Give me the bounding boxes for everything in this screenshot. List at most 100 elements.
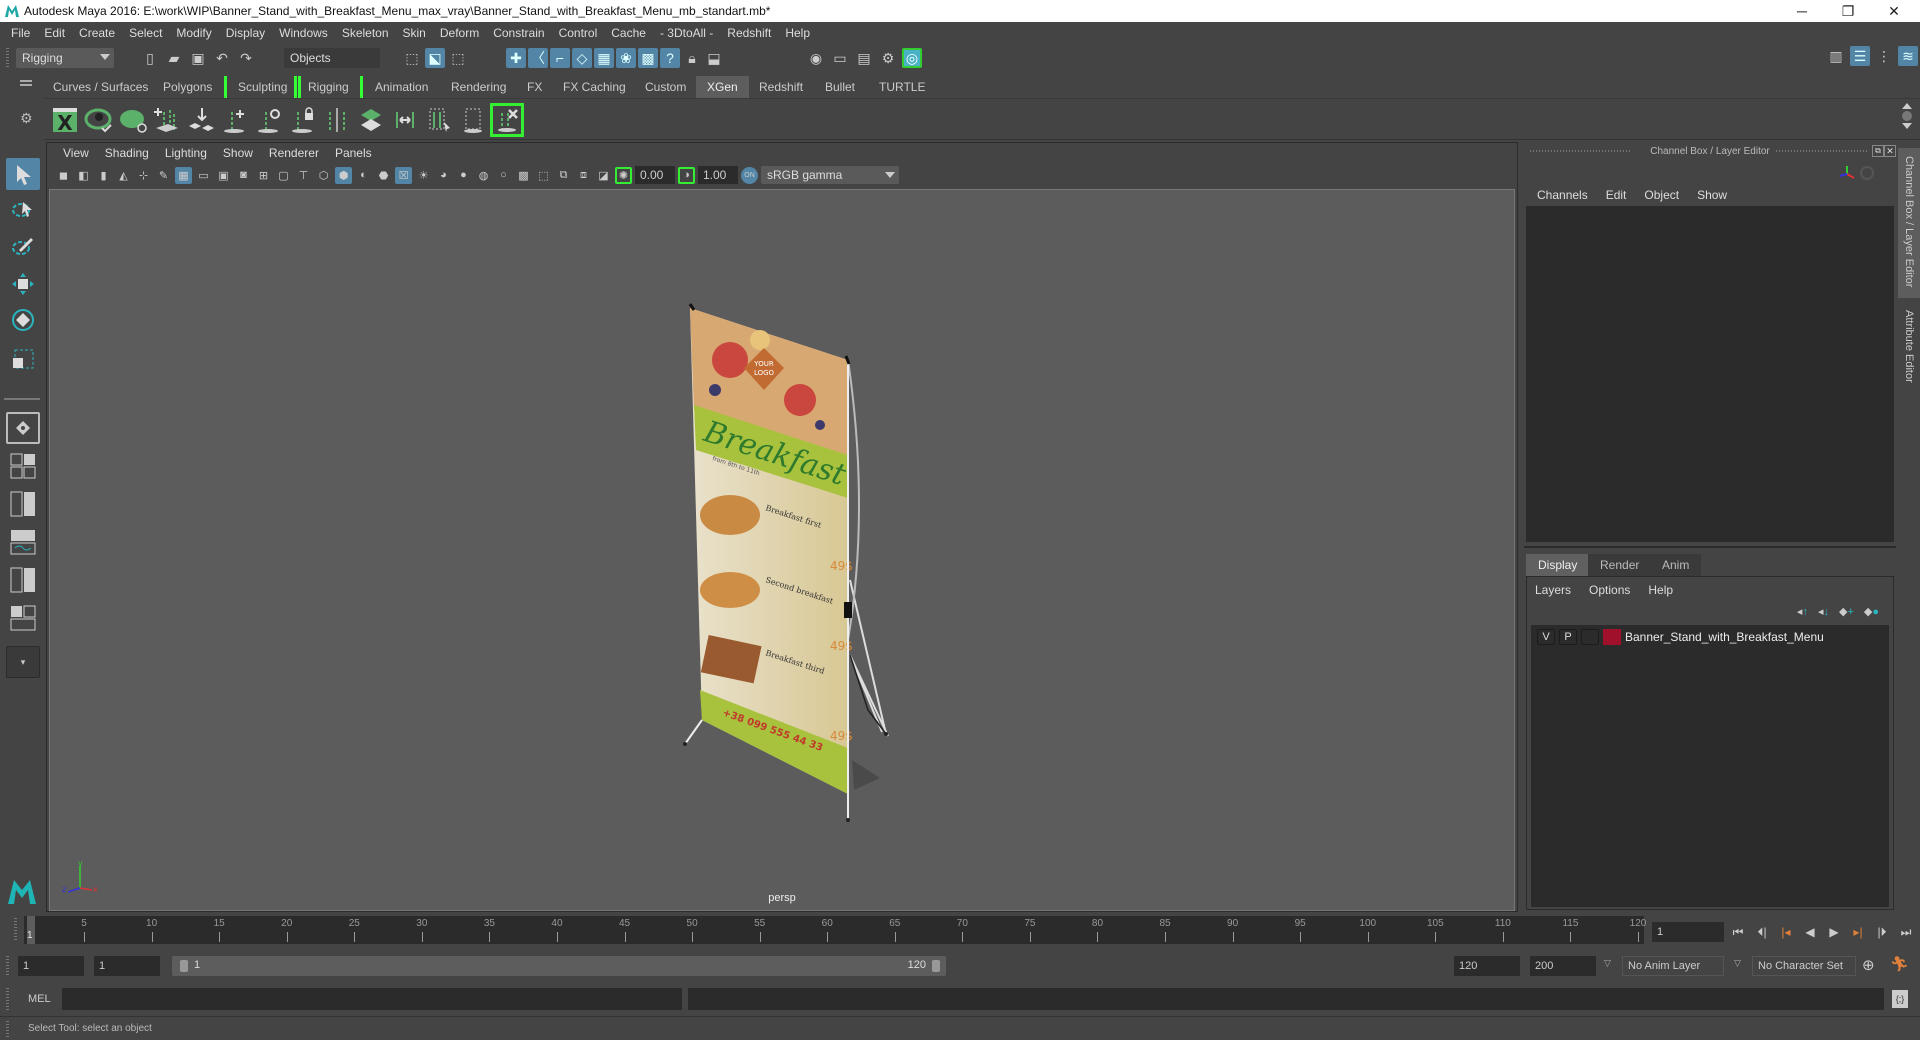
layer-row[interactable]: V P Banner_Stand_with_Breakfast_Menu: [1537, 629, 1824, 645]
single-perspective-layout-button[interactable]: [6, 412, 40, 444]
channel-box-toggle-icon[interactable]: ≋: [1898, 46, 1918, 66]
rangebar-grip[interactable]: [6, 956, 9, 976]
2d-pan-zoom-icon[interactable]: ⊹: [135, 167, 152, 184]
panel-menu-lighting[interactable]: Lighting: [157, 146, 215, 160]
helpline-grip[interactable]: [6, 1021, 9, 1037]
go-to-start-icon[interactable]: ⏮: [1728, 922, 1748, 942]
shelf-tab-polygons[interactable]: Polygons: [152, 76, 223, 98]
xray-active-icon[interactable]: ⧈: [575, 167, 592, 184]
panel-menu-show[interactable]: Show: [215, 146, 261, 160]
current-time-indicator[interactable]: 1: [27, 916, 35, 944]
multisample-aa-icon[interactable]: ◍: [475, 167, 492, 184]
animation-preferences-icon[interactable]: 🏃︎: [1890, 955, 1909, 973]
scale-tool-button[interactable]: [6, 342, 40, 374]
close-panel-icon[interactable]: ✕: [1884, 145, 1896, 157]
exposure-field[interactable]: 0.00: [635, 166, 675, 184]
step-back-frame-icon[interactable]: |◂: [1776, 922, 1796, 942]
shelf-tab-bullet[interactable]: Bullet: [814, 76, 866, 98]
gamma-field[interactable]: 1.00: [698, 166, 738, 184]
new-layer-from-selection-icon[interactable]: ◆●: [1864, 605, 1879, 618]
layer-menu-help[interactable]: Help: [1648, 583, 1673, 597]
channel-menu-object[interactable]: Object: [1635, 188, 1688, 202]
use-all-lights-icon[interactable]: ☒: [395, 166, 412, 184]
persp-graph-layout-button[interactable]: [6, 526, 40, 558]
menu-select[interactable]: Select: [122, 26, 169, 40]
panel-splitter[interactable]: [1524, 546, 1896, 548]
menu-skeleton[interactable]: Skeleton: [335, 26, 396, 40]
more-layouts-button[interactable]: ▾: [6, 646, 40, 678]
wireframe-on-shaded-icon[interactable]: ◐: [355, 167, 372, 184]
gate-mask-icon[interactable]: ◙: [235, 167, 252, 184]
modeling-toolkit-icon[interactable]: ▥: [1826, 46, 1846, 66]
layer-visibility-toggle[interactable]: V: [1537, 629, 1555, 645]
safe-title-icon[interactable]: ⊤: [295, 167, 312, 184]
redo-icon[interactable]: ↷: [236, 48, 256, 68]
rotate-tool-button[interactable]: [6, 304, 40, 336]
end-time-field[interactable]: 200: [1530, 956, 1596, 976]
lock-guide-icon[interactable]: [286, 103, 320, 137]
ipr-render-icon[interactable]: ▤: [854, 48, 874, 68]
time-slider[interactable]: 1 5 10 15 20 25 30 35 40 45 50 55 60 65 70 75 80 85 90 95 10…: [24, 916, 1646, 944]
panel-menu-panels[interactable]: Panels: [327, 146, 380, 160]
layer-tab-anim[interactable]: Anim: [1650, 554, 1702, 576]
xray-icon[interactable]: ▩: [515, 167, 532, 184]
four-view-layout-button[interactable]: [6, 450, 40, 482]
scroll-thumb[interactable]: [1902, 111, 1912, 121]
depth-of-field-icon[interactable]: ○: [495, 167, 512, 184]
hypershade-persp-layout-button[interactable]: [6, 564, 40, 596]
playback-start-field[interactable]: 1: [94, 956, 160, 976]
layer-name[interactable]: Banner_Stand_with_Breakfast_Menu: [1625, 630, 1824, 644]
play-forwards-icon[interactable]: ▶: [1824, 922, 1844, 942]
scroll-down-icon[interactable]: [1902, 123, 1912, 129]
help-snap-icon[interactable]: ?: [660, 48, 680, 68]
new-empty-layer-icon[interactable]: ◆+: [1839, 605, 1854, 618]
snap-view-icon[interactable]: ❀: [616, 48, 636, 68]
range-slider[interactable]: 1 120: [172, 956, 946, 976]
shelf-tab-turtle[interactable]: TURTLE: [868, 76, 936, 98]
grid-toggle-icon[interactable]: ▦: [175, 166, 192, 184]
selection-mode-dropdown[interactable]: Objects: [284, 48, 380, 68]
image-plane-icon[interactable]: ◭: [115, 167, 132, 184]
smooth-shade-icon[interactable]: ⬢: [335, 166, 352, 184]
menu-modify[interactable]: Modify: [169, 26, 218, 40]
safe-action-icon[interactable]: ▢: [275, 167, 292, 184]
shelf-tab-rigging[interactable]: Rigging: [294, 76, 363, 98]
playback-end-field[interactable]: 120: [1454, 956, 1520, 976]
start-time-field[interactable]: 1: [18, 956, 84, 976]
shelf-tab-fx[interactable]: FX: [516, 76, 553, 98]
isolate-select-icon[interactable]: ⬚: [535, 167, 552, 184]
snap-plane-icon[interactable]: ◇: [572, 48, 592, 68]
layer-tab-display[interactable]: Display: [1526, 554, 1590, 576]
current-frame-field[interactable]: 1: [1652, 922, 1724, 942]
snap-grid-icon[interactable]: ✚: [506, 48, 526, 68]
xgen-create-description-icon[interactable]: X: [48, 103, 82, 137]
character-set-dropdown-arrow[interactable]: ▽: [1734, 958, 1741, 969]
menu-file[interactable]: File: [4, 26, 37, 40]
command-input[interactable]: [62, 988, 682, 1010]
attribute-editor-toggle-icon[interactable]: ☰: [1850, 46, 1870, 66]
channel-menu-edit[interactable]: Edit: [1597, 188, 1636, 202]
menu-deform[interactable]: Deform: [433, 26, 486, 40]
persp-outliner-layout-button[interactable]: [6, 488, 40, 520]
perspective-viewport[interactable]: YOUR LOGO Breakfast from 8th to 11th Bre…: [49, 189, 1515, 911]
shadows-icon[interactable]: ☀: [415, 167, 432, 184]
range-end-handle[interactable]: [932, 960, 940, 972]
anim-layer-dropdown[interactable]: No Anim Layer: [1622, 956, 1724, 976]
side-tab-attribute-editor[interactable]: Attribute Editor: [1898, 302, 1920, 412]
shelf-tab-rendering[interactable]: Rendering: [440, 76, 517, 98]
shelf-tab-redshift[interactable]: Redshift: [748, 76, 814, 98]
menu-skin[interactable]: Skin: [396, 26, 433, 40]
render-settings-icon[interactable]: ⚙: [878, 48, 898, 68]
shelf-tab-sculpting[interactable]: Sculpting: [224, 76, 302, 98]
panel-grip-right[interactable]: [1776, 150, 1868, 152]
restore-button[interactable]: ❐: [1826, 0, 1870, 22]
select-camera-icon[interactable]: ◼: [55, 167, 72, 184]
snap-curve-icon[interactable]: 〈: [528, 48, 548, 68]
step-back-key-icon[interactable]: ⏴︎|: [1752, 922, 1772, 942]
shelf-menu-icon[interactable]: [20, 80, 32, 82]
channel-menu-show[interactable]: Show: [1688, 188, 1736, 202]
command-language-toggle[interactable]: MEL: [28, 993, 51, 1005]
panel-menu-shading[interactable]: Shading: [97, 146, 157, 160]
layer-display-type-toggle[interactable]: [1581, 629, 1599, 645]
bookmark-icon[interactable]: ▮: [95, 167, 112, 184]
